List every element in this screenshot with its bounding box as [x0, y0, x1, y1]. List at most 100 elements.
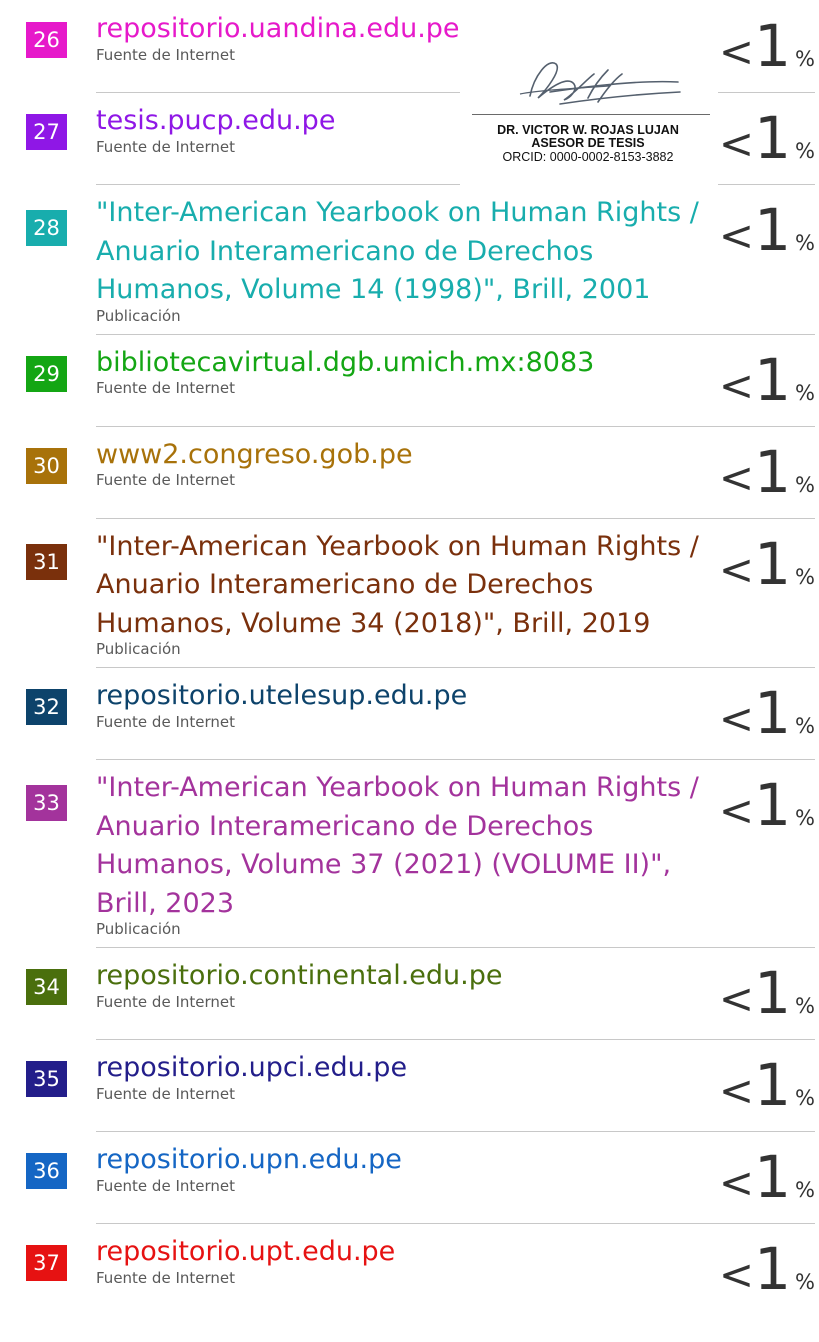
source-title[interactable]: repositorio.upn.edu.pe [96, 1141, 706, 1180]
percent-num: 1 [754, 959, 792, 1027]
percent-lt: < [718, 27, 755, 76]
advisor-name: DR. VICTOR W. ROJAS LUJAN [497, 123, 679, 137]
percent-lt: < [718, 694, 755, 743]
source-title[interactable]: bibliotecavirtual.dgb.umich.mx:8083 [96, 344, 706, 383]
percent-num: 1 [754, 437, 792, 506]
source-number-badge: 37 [26, 1245, 67, 1281]
row-divider [96, 517, 815, 519]
source-title-line: Anuario Interamericano de Derechos [96, 810, 594, 842]
source-type: Fuente de Internet [96, 1084, 236, 1103]
percent-lt: < [718, 452, 755, 502]
source-type: Fuente de Internet [96, 1268, 236, 1287]
source-title[interactable]: "Inter-American Yearbook on Human Rights… [96, 769, 706, 923]
percent-sign: % [795, 139, 815, 163]
source-title[interactable]: "Inter-American Yearbook on Human Rights… [96, 194, 706, 310]
percent-lt: < [718, 786, 755, 835]
percent-num: 1 [754, 104, 792, 172]
source-type: Publicación [96, 920, 181, 938]
source-type: Publicación [96, 306, 181, 325]
row-divider [96, 425, 815, 427]
percent-num: 1 [754, 771, 792, 839]
similarity-percent: <1% [719, 104, 815, 172]
row-divider [96, 1039, 815, 1040]
source-number-badge: 33 [26, 785, 67, 821]
percent-sign: % [795, 806, 815, 830]
source-title[interactable]: repositorio.continental.edu.pe [96, 957, 706, 996]
percent-sign: % [795, 47, 815, 71]
source-title[interactable]: www2.congreso.gob.pe [96, 436, 706, 475]
source-number-badge: 27 [26, 114, 67, 150]
source-title[interactable]: repositorio.upt.edu.pe [96, 1233, 706, 1272]
source-title-line: Humanos, Volume 14 (1998)", Brill, 2001 [96, 274, 651, 305]
source-type: Fuente de Internet [96, 137, 236, 156]
percent-sign: % [795, 472, 815, 497]
percent-lt: < [718, 211, 755, 260]
similarity-percent: <1% [719, 196, 815, 264]
source-number-badge: 26 [26, 22, 67, 58]
source-number-badge: 29 [26, 355, 67, 392]
source-title-line: Anuario Interamericano de Derechos [96, 569, 594, 600]
advisor-orcid: ORCID: 0000-0002-8153-3882 [502, 150, 674, 164]
source-type: Fuente de Internet [96, 1176, 236, 1195]
row-divider [96, 1131, 815, 1132]
percent-num: 1 [754, 12, 792, 80]
similarity-percent: <1% [719, 771, 815, 839]
percent-num: 1 [754, 196, 792, 264]
percent-lt: < [718, 1066, 755, 1115]
percent-lt: < [718, 544, 755, 594]
percent-sign: % [795, 1270, 815, 1294]
source-number-badge: 36 [26, 1153, 67, 1189]
percent-sign: % [795, 994, 815, 1018]
similarity-percent: <1% [719, 438, 815, 506]
source-title-line: "Inter-American Yearbook on Human Rights… [96, 530, 699, 562]
percent-num: 1 [754, 679, 792, 747]
source-number-badge: 28 [26, 210, 67, 246]
percent-lt: < [718, 974, 755, 1023]
source-title-line: "Inter-American Yearbook on Human Rights… [96, 197, 699, 228]
source-type: Fuente de Internet [96, 45, 236, 64]
row-divider [96, 947, 815, 948]
similarity-percent: <1% [719, 346, 815, 414]
similarity-percent: <1% [719, 679, 815, 747]
percent-lt: < [718, 1158, 755, 1207]
source-title-line: Anuario Interamericano de Derechos [96, 235, 594, 267]
signature-line [472, 114, 710, 115]
source-title[interactable]: "Inter-American Yearbook on Human Rights… [96, 528, 706, 644]
source-number-badge: 35 [26, 1061, 67, 1097]
row-divider [96, 184, 460, 185]
row-divider [96, 333, 815, 335]
source-number-badge: 30 [26, 447, 67, 484]
percent-sign: % [795, 564, 815, 589]
source-type: Fuente de Internet [96, 712, 236, 731]
advisor-signature-stamp: DR. VICTOR W. ROJAS LUJAN ASESOR DE TESI… [460, 40, 716, 182]
percent-num: 1 [754, 529, 792, 598]
percent-lt: < [718, 1250, 755, 1299]
similarity-percent: <1% [719, 1143, 815, 1211]
row-divider [718, 184, 815, 185]
percent-num: 1 [754, 1143, 792, 1211]
row-divider [96, 759, 815, 760]
similarity-percent: <1% [719, 959, 815, 1027]
percent-sign: % [795, 714, 815, 738]
percent-num: 1 [754, 1235, 792, 1303]
source-title-line: Humanos, Volume 37 (2021) (VOLUME II)", [96, 849, 672, 880]
source-title-line: Humanos, Volume 34 (2018)", Brill, 2019 [96, 607, 651, 639]
source-type: Fuente de Internet [96, 379, 236, 397]
source-type: Fuente de Internet [96, 471, 236, 489]
similarity-percent: <1% [719, 12, 815, 80]
percent-sign: % [795, 380, 815, 405]
handwritten-signature [519, 62, 681, 105]
source-title-line: "Inter-American Yearbook on Human Rights… [96, 772, 699, 803]
similarity-percent: <1% [719, 1051, 815, 1119]
percent-sign: % [795, 231, 815, 255]
percent-num: 1 [754, 345, 792, 414]
source-title-line: Brill, 2023 [96, 887, 235, 919]
percent-lt: < [718, 360, 755, 410]
advisor-role: ASESOR DE TESIS [531, 136, 645, 150]
source-title[interactable]: repositorio.upci.edu.pe [96, 1049, 706, 1088]
source-number-badge: 32 [26, 689, 67, 725]
source-type: Publicación [96, 640, 181, 658]
source-title[interactable]: repositorio.utelesup.edu.pe [96, 677, 706, 716]
percent-sign: % [795, 1178, 815, 1202]
percent-sign: % [795, 1086, 815, 1110]
